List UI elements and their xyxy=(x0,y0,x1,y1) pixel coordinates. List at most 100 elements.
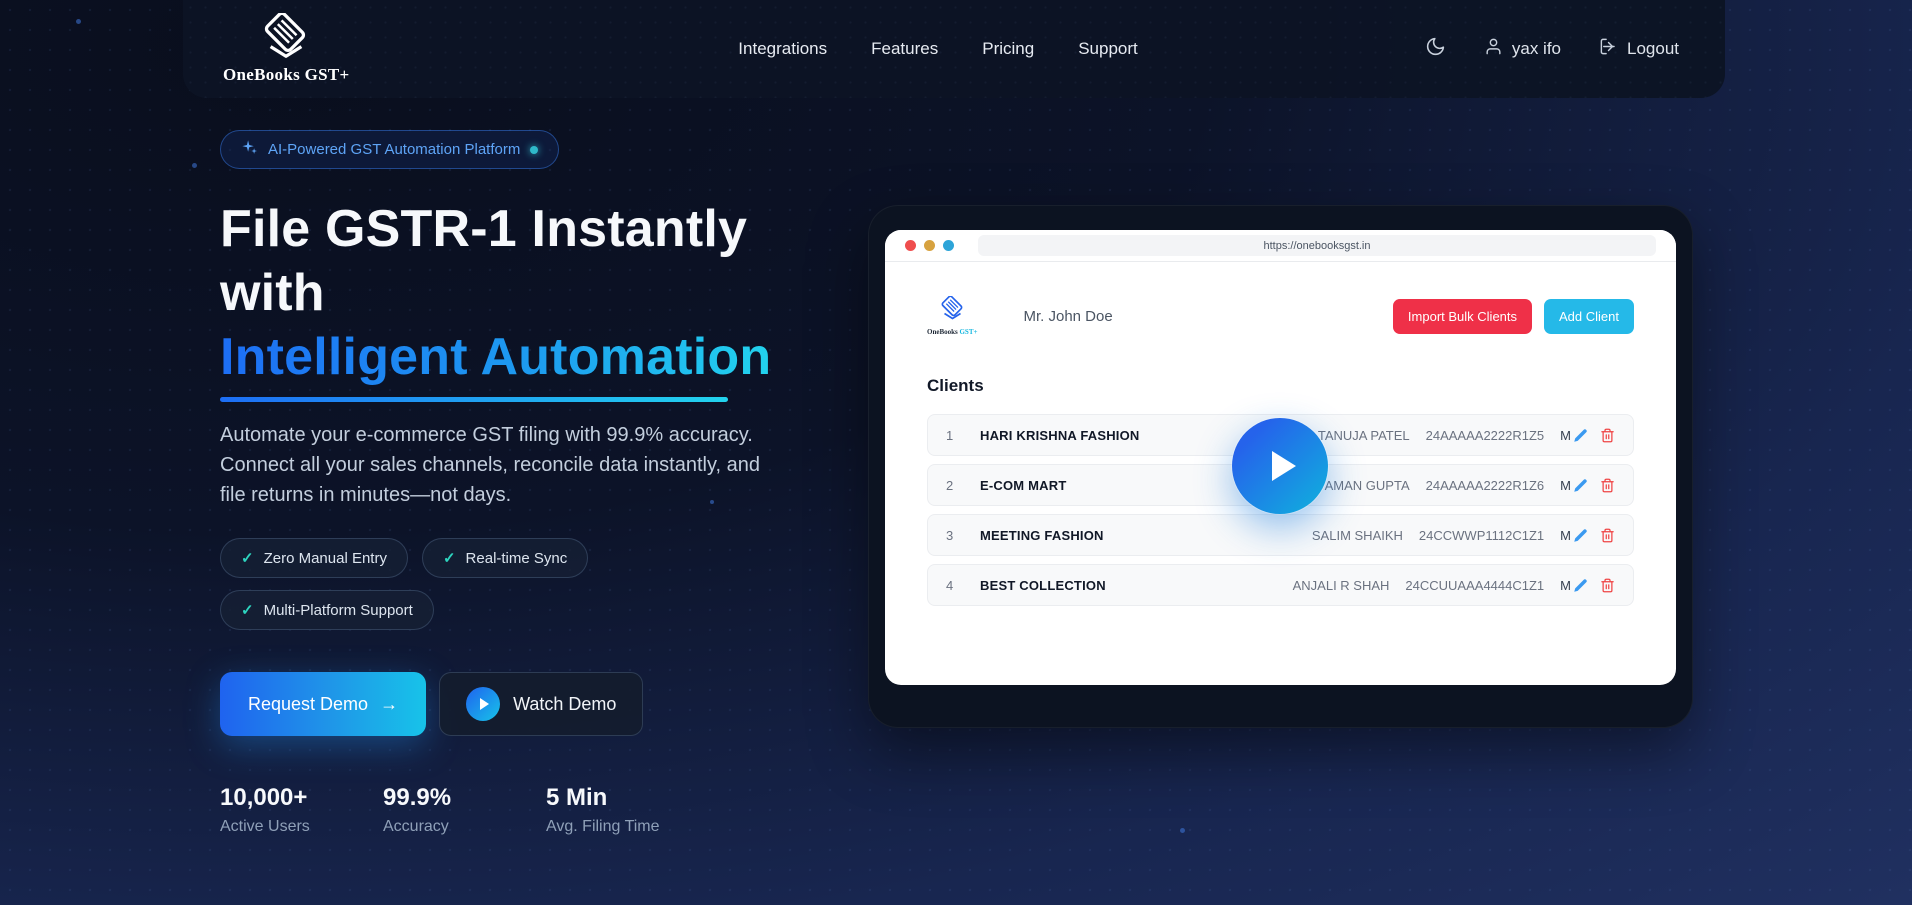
nav-item-pricing[interactable]: Pricing xyxy=(982,39,1034,59)
close-dot-icon xyxy=(905,240,916,251)
app-brand: OneBooks GST+ xyxy=(927,296,977,336)
navbar: OneBooks GST+ Integrations Features Pric… xyxy=(183,0,1725,98)
user-icon xyxy=(1484,37,1503,61)
watch-demo-button[interactable]: Watch Demo xyxy=(439,672,643,736)
app-actions: Import Bulk Clients Add Client xyxy=(1393,299,1634,334)
app-brand-name: OneBooks GST+ xyxy=(927,328,977,336)
watch-demo-label: Watch Demo xyxy=(513,694,616,715)
logout-button[interactable]: Logout xyxy=(1599,37,1679,61)
nav-item-features[interactable]: Features xyxy=(871,39,938,59)
hero-title-highlight: Intelligent Automation xyxy=(220,325,771,389)
check-icon: ✓ xyxy=(443,549,456,567)
client-index: 2 xyxy=(946,478,980,493)
feature-pill-label: Multi-Platform Support xyxy=(264,602,413,619)
client-index: 1 xyxy=(946,428,980,443)
moon-icon xyxy=(1425,36,1446,62)
title-underline xyxy=(220,397,728,402)
client-owner: TANUJA PATEL xyxy=(1318,428,1410,443)
stat-value: 99.9% xyxy=(383,784,546,812)
nav-item-support[interactable]: Support xyxy=(1078,39,1138,59)
edit-pencil-icon[interactable] xyxy=(1573,528,1588,543)
add-client-button[interactable]: Add Client xyxy=(1544,299,1634,334)
username-label: yax ifo xyxy=(1512,39,1561,59)
request-demo-label: Request Demo xyxy=(248,694,368,715)
hero-badge-label: AI-Powered GST Automation Platform xyxy=(268,141,520,158)
hero-title: File GSTR-1 Instantly with Intelligent A… xyxy=(220,197,800,389)
client-name: MEETING FASHION xyxy=(980,528,1104,543)
play-icon xyxy=(466,687,500,721)
delete-trash-icon[interactable] xyxy=(1600,528,1615,543)
feature-pill-zero-manual-entry: ✓ Zero Manual Entry xyxy=(220,538,408,578)
client-gstin: 24AAAAA2222R1Z6 xyxy=(1426,478,1545,493)
client-index: 3 xyxy=(946,528,980,543)
minimize-dot-icon xyxy=(924,240,935,251)
request-demo-button[interactable]: Request Demo → xyxy=(220,672,426,736)
client-row: 3 MEETING FASHION SALIM SHAIKH 24CCWWP11… xyxy=(927,514,1634,556)
demo-device-frame: https://onebooksgst.in OneBoo xyxy=(868,205,1693,728)
hero-title-line1: File GSTR-1 Instantly xyxy=(220,200,747,258)
app-user-name: Mr. John Doe xyxy=(1023,308,1112,325)
hero-section: AI-Powered GST Automation Platform File … xyxy=(220,130,800,836)
import-bulk-clients-button[interactable]: Import Bulk Clients xyxy=(1393,299,1532,334)
theme-toggle[interactable] xyxy=(1425,36,1446,62)
client-name: BEST COLLECTION xyxy=(980,578,1106,593)
brand-logo[interactable]: OneBooks GST+ xyxy=(223,13,350,85)
brand-name: OneBooks GST+ xyxy=(223,65,350,85)
browser-chrome: https://onebooksgst.in xyxy=(885,230,1676,262)
client-gstin: 24CCUUAAA4444C1Z1 xyxy=(1405,578,1544,593)
hero-title-line2: with xyxy=(220,264,325,322)
check-icon: ✓ xyxy=(241,549,254,567)
hero-description: Automate your e-commerce GST filing with… xyxy=(220,420,765,510)
sparkles-icon xyxy=(241,139,258,160)
nav-right: yax ifo Logout xyxy=(1425,36,1679,62)
url-text: https://onebooksgst.in xyxy=(1263,240,1370,252)
feature-pill-multi-platform: ✓ Multi-Platform Support xyxy=(220,590,434,630)
stat-value: 10,000+ xyxy=(220,784,383,812)
edit-pencil-icon[interactable] xyxy=(1573,578,1588,593)
stat-label: Active Users xyxy=(220,818,383,836)
delete-trash-icon[interactable] xyxy=(1600,478,1615,493)
client-action-m: M xyxy=(1560,478,1571,493)
delete-trash-icon[interactable] xyxy=(1600,578,1615,593)
stat-active-users: 10,000+ Active Users xyxy=(220,784,383,836)
url-bar[interactable]: https://onebooksgst.in xyxy=(978,235,1656,256)
client-action-m: M xyxy=(1560,528,1571,543)
book-logo-icon xyxy=(260,13,312,63)
feature-pill-real-time-sync: ✓ Real-time Sync xyxy=(422,538,588,578)
traffic-lights xyxy=(905,240,954,251)
client-row: 4 BEST COLLECTION ANJALI R SHAH 24CCUUAA… xyxy=(927,564,1634,606)
cta-row: Request Demo → Watch Demo xyxy=(220,672,800,736)
maximize-dot-icon xyxy=(943,240,954,251)
feature-pills: ✓ Zero Manual Entry ✓ Real-time Sync ✓ M… xyxy=(220,538,690,630)
hero-badge: AI-Powered GST Automation Platform xyxy=(220,130,559,169)
logout-icon xyxy=(1599,37,1618,61)
bg-dot xyxy=(1180,828,1185,833)
client-name: E-COM MART xyxy=(980,478,1067,493)
client-action-m: M xyxy=(1560,428,1571,443)
edit-pencil-icon[interactable] xyxy=(1573,428,1588,443)
edit-pencil-icon[interactable] xyxy=(1573,478,1588,493)
delete-trash-icon[interactable] xyxy=(1600,428,1615,443)
stat-filing-time: 5 Min Avg. Filing Time xyxy=(546,784,660,836)
client-name: HARI KRISHNA FASHION xyxy=(980,428,1140,443)
nav-links: Integrations Features Pricing Support xyxy=(738,39,1137,59)
video-play-button[interactable] xyxy=(1232,418,1328,514)
logout-label: Logout xyxy=(1627,39,1679,59)
check-icon: ✓ xyxy=(241,601,254,619)
arrow-right-icon: → xyxy=(380,694,398,715)
stat-value: 5 Min xyxy=(546,784,660,812)
client-gstin: 24AAAAA2222R1Z5 xyxy=(1426,428,1545,443)
feature-pill-label: Zero Manual Entry xyxy=(264,550,387,567)
clients-section-title: Clients xyxy=(927,376,1634,396)
stat-label: Accuracy xyxy=(383,818,546,836)
app-header: OneBooks GST+ Mr. John Doe Import Bulk C… xyxy=(927,296,1634,336)
stats-row: 10,000+ Active Users 99.9% Accuracy 5 Mi… xyxy=(220,784,800,836)
stat-label: Avg. Filing Time xyxy=(546,818,660,836)
bg-dot xyxy=(192,163,197,168)
nav-item-integrations[interactable]: Integrations xyxy=(738,39,827,59)
client-gstin: 24CCWWP1112C1Z1 xyxy=(1419,528,1544,543)
client-owner: SALIM SHAIKH xyxy=(1312,528,1403,543)
feature-pill-label: Real-time Sync xyxy=(466,550,568,567)
client-owner: AMAN GUPTA xyxy=(1325,478,1410,493)
user-menu[interactable]: yax ifo xyxy=(1484,37,1561,61)
